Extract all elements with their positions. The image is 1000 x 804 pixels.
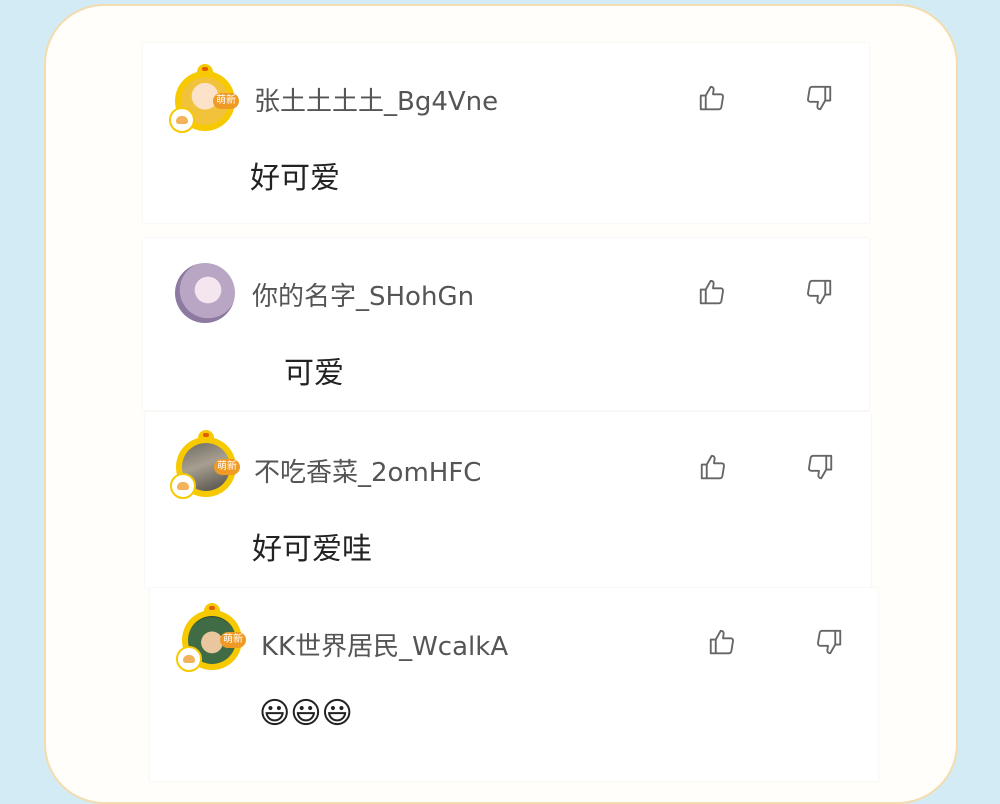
dislike-button[interactable] [813,626,845,658]
thumbs-down-icon [817,629,842,655]
crown-icon [198,430,214,440]
thumbs-up-icon [709,629,734,655]
mini-avatar-icon [169,107,195,133]
level-badge: 萌新 [213,93,239,109]
comment-text: 😃😃😃 [259,696,353,731]
thumbs-up-icon [699,279,724,305]
thumbs-down-icon [807,85,832,111]
username[interactable]: 不吃香菜_2omHFC [254,452,481,489]
like-button[interactable] [696,276,728,308]
like-button[interactable] [706,626,738,658]
dislike-button[interactable] [803,82,835,114]
comment-item: 萌新 KK世界居民_WcalkA 😃😃😃 [150,588,878,781]
crown-icon [204,603,220,613]
avatar[interactable]: 萌新 [170,430,240,499]
username[interactable]: KK世界居民_WcalkA [261,626,508,663]
comment-item: 萌新 张土土土土_Bg4Vne 好可爱 [143,43,869,223]
thumbs-down-icon [808,454,833,480]
comment-item: 萌新 不吃香菜_2omHFC 好可爱哇 [145,412,871,588]
comment-text: 可爱 [284,356,344,391]
comment-text: 好可爱 [250,161,340,196]
username[interactable]: 你的名字_SHohGn [252,276,474,313]
like-button[interactable] [697,451,729,483]
avatar[interactable]: 萌新 [169,64,239,133]
crown-icon [197,64,213,74]
comment-item: 你的名字_SHohGn 可爱 [143,238,869,410]
thumbs-up-icon [700,454,725,480]
avatar[interactable] [175,263,235,323]
thumbs-down-icon [807,279,832,305]
dislike-button[interactable] [804,451,836,483]
dislike-button[interactable] [803,276,835,308]
thumbs-up-icon [699,85,724,111]
level-badge: 萌新 [214,459,240,475]
like-button[interactable] [696,82,728,114]
comment-text: 好可爱哇 [252,532,372,567]
username[interactable]: 张土土土土_Bg4Vne [254,81,498,118]
level-badge: 萌新 [220,632,246,648]
avatar[interactable]: 萌新 [176,603,246,672]
mini-avatar-icon [176,646,202,672]
mini-avatar-icon [170,473,196,499]
avatar-image [175,263,235,323]
